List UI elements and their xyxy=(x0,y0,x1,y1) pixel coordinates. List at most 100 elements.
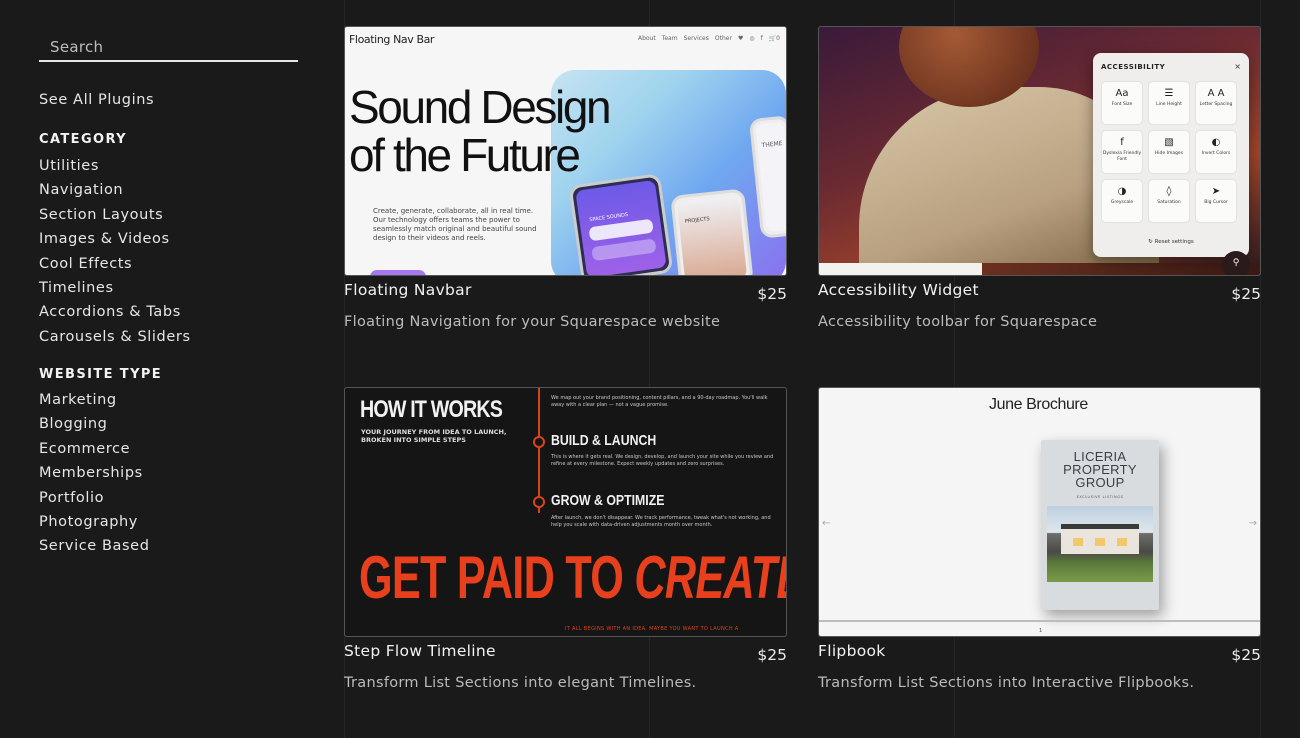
phone-mockup: SPACE SOUNDS xyxy=(568,173,674,275)
category-list: Utilities Navigation Section Layouts Ima… xyxy=(39,157,191,352)
reset-settings: ↻ Reset settings xyxy=(1148,239,1194,245)
thumb-cta-button xyxy=(370,270,426,275)
product-card-flipbook[interactable]: June Brochure ← → LICERIA PROPERTY GROUP… xyxy=(818,387,1261,691)
website-type-link[interactable]: Portfolio xyxy=(39,489,150,513)
website-type-link[interactable]: Ecommerce xyxy=(39,440,150,464)
step-body: After launch, we don't disappear. We tra… xyxy=(551,515,771,528)
option-label: Big Cursor xyxy=(1204,200,1228,205)
dyslexia-font-icon: f xyxy=(1120,137,1124,148)
category-link[interactable]: Images & Videos xyxy=(39,230,191,254)
thumb-subheading: YOUR JOURNEY FROM IDEA TO LAUNCH, BROKEN… xyxy=(361,428,507,444)
phone-label: SPACE SOUNDS xyxy=(589,211,629,224)
twitter-icon: ♥ xyxy=(737,35,744,42)
thumb-nav: About Team Services Other ♥ ◎ f 🛒0 xyxy=(638,35,780,42)
option-label: Invert Colors xyxy=(1201,151,1231,156)
website-type-link[interactable]: Service Based xyxy=(39,537,150,561)
product-description: Floating Navigation for your Squarespace… xyxy=(344,314,721,330)
product-thumbnail[interactable]: Floating Nav Bar About Team Services Oth… xyxy=(344,26,787,276)
cart-icon: 🛒0 xyxy=(768,35,780,42)
category-link[interactable]: Timelines xyxy=(39,279,191,303)
arrow-left-icon: ← xyxy=(822,518,831,529)
product-card-step-flow-timeline[interactable]: HOW IT WORKS YOUR JOURNEY FROM IDEA TO L… xyxy=(344,387,787,691)
thumb-nav-item: About xyxy=(637,35,656,42)
product-price: $25 xyxy=(1231,285,1261,303)
option-label: Greyscale xyxy=(1110,200,1134,205)
thumb-heading: June Brochure xyxy=(989,396,1088,413)
option-grid: Aa Font Size ☰ Line Height A A Letter Spaci… xyxy=(1101,81,1237,223)
timeline-line xyxy=(538,388,540,513)
font-size-icon: Aa xyxy=(1115,88,1129,99)
option-label: Hide Images xyxy=(1154,151,1184,156)
phone-screen: SPACE SOUNDS xyxy=(575,179,667,275)
instagram-icon: ◎ xyxy=(749,35,755,42)
phone-mockup: PROJECTS xyxy=(670,188,754,275)
see-all-plugins-link[interactable]: See All Plugins xyxy=(39,92,154,108)
product-title[interactable]: Flipbook xyxy=(818,642,886,660)
option-tile: ☰ Line Height xyxy=(1148,81,1190,125)
cursor-icon: ➤ xyxy=(1211,186,1221,197)
brochure-title: LICERIA PROPERTY GROUP xyxy=(1063,449,1137,490)
thumb-logo: Floating Nav Bar xyxy=(349,33,435,46)
thumb-footer: IT ALL BEGINS WITH AN IDEA. MAYBE YOU WA… xyxy=(565,626,739,632)
accessibility-icon: ⚲ xyxy=(1222,251,1250,275)
banner-text: GET PAID TO xyxy=(359,544,635,611)
thumb-headline: Sound Design of the Future xyxy=(349,81,612,181)
option-label: Letter Spacing xyxy=(1199,102,1233,107)
product-price: $25 xyxy=(757,646,787,664)
option-tile: ◊ Saturation xyxy=(1148,179,1190,223)
product-thumbnail[interactable]: ACCESSIBILITY × Aa Font Size ☰ Line Height… xyxy=(818,26,1261,276)
accessibility-panel: ACCESSIBILITY × Aa Font Size ☰ Line Height… xyxy=(1093,53,1249,257)
step-body: This is where it gets real. We design, d… xyxy=(551,454,774,467)
thumb-body-text: Create, generate, collaborate, all in re… xyxy=(373,207,537,242)
brochure-subtitle: EXCLUSIVE LISTINGS xyxy=(1076,495,1124,499)
category-link[interactable]: Section Layouts xyxy=(39,206,191,230)
phone-screen: THEME xyxy=(755,121,786,233)
website-type-heading: WEBSITE TYPE xyxy=(39,367,163,382)
category-link[interactable]: Cool Effects xyxy=(39,255,191,279)
search-input[interactable] xyxy=(39,35,298,59)
product-title[interactable]: Step Flow Timeline xyxy=(344,642,496,660)
website-type-link[interactable]: Blogging xyxy=(39,415,150,439)
category-link[interactable]: Carousels & Sliders xyxy=(39,328,191,352)
option-tile: f Dyslexia Friendly Font xyxy=(1101,130,1143,174)
website-type-link[interactable]: Memberships xyxy=(39,464,150,488)
option-tile: ➤ Big Cursor xyxy=(1195,179,1237,223)
timeline-dot xyxy=(533,496,545,508)
house-window xyxy=(1095,538,1105,546)
banner-emphasis: CREATE xyxy=(634,544,786,611)
step-body: We map out your brand positioning, conte… xyxy=(551,395,768,408)
page-scrubber xyxy=(819,620,1260,622)
product-description: Accessibility toolbar for Squarespace xyxy=(818,314,1098,330)
product-thumbnail[interactable]: HOW IT WORKS YOUR JOURNEY FROM IDEA TO L… xyxy=(344,387,787,637)
category-heading: CATEGORY xyxy=(39,132,127,147)
product-description: Transform List Sections into elegant Tim… xyxy=(344,675,697,691)
option-tile: Aa Font Size xyxy=(1101,81,1143,125)
option-tile: A A Letter Spacing xyxy=(1195,81,1237,125)
category-link[interactable]: Accordions & Tabs xyxy=(39,303,191,327)
category-link[interactable]: Navigation xyxy=(39,181,191,205)
phone-label: PROJECTS xyxy=(684,216,710,225)
website-type-link[interactable]: Photography xyxy=(39,513,150,537)
product-card-accessibility-widget[interactable]: ACCESSIBILITY × Aa Font Size ☰ Line Height… xyxy=(818,26,1261,330)
facebook-icon: f xyxy=(760,35,763,42)
category-link[interactable]: Utilities xyxy=(39,157,191,181)
product-title[interactable]: Floating Navbar xyxy=(344,281,472,299)
product-card-floating-navbar[interactable]: Floating Nav Bar About Team Services Oth… xyxy=(344,26,787,330)
website-type-link[interactable]: Marketing xyxy=(39,391,150,415)
photo-floor-shadow xyxy=(982,263,1260,275)
product-thumbnail[interactable]: June Brochure ← → LICERIA PROPERTY GROUP… xyxy=(818,387,1261,637)
option-tile: ◐ Invert Colors xyxy=(1195,130,1237,174)
hide-images-icon: ▧ xyxy=(1164,137,1174,148)
option-label: Line Height xyxy=(1156,102,1182,107)
greyscale-icon: ◑ xyxy=(1117,186,1127,197)
product-price: $25 xyxy=(1231,646,1261,664)
arrow-right-icon: → xyxy=(1248,518,1257,529)
timeline-dot xyxy=(533,436,545,448)
step-title: BUILD & LAUNCH xyxy=(551,432,657,449)
product-description: Transform List Sections into Interactive… xyxy=(818,675,1195,691)
audio-wave xyxy=(591,238,657,262)
thumb-heading: HOW IT WORKS xyxy=(360,396,503,423)
thumb-nav-item: Other xyxy=(714,35,732,42)
product-title[interactable]: Accessibility Widget xyxy=(818,281,979,299)
search-box[interactable] xyxy=(39,35,298,62)
